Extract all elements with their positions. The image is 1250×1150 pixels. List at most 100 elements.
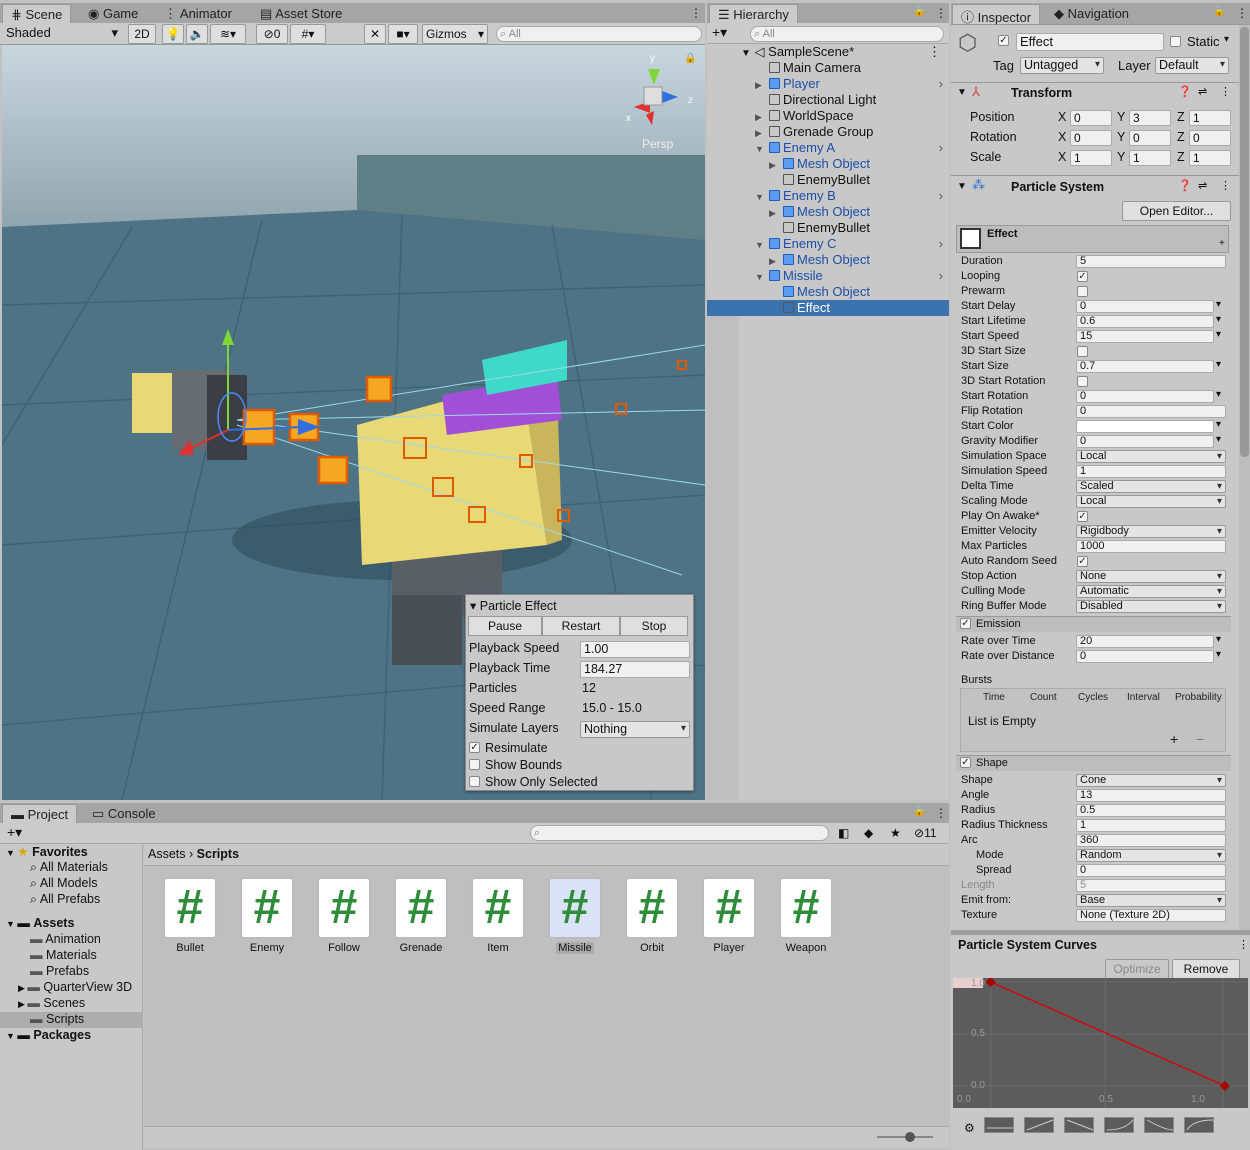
- chevron-right-icon[interactable]: ▶: [755, 77, 769, 93]
- hierarchy-item[interactable]: EnemyBullet: [707, 172, 949, 188]
- add-burst-button[interactable]: +: [1170, 731, 1178, 747]
- hierarchy-item[interactable]: Effect: [707, 300, 949, 316]
- lock-icon[interactable]: 🔒: [684, 53, 696, 64]
- chevron-down-icon[interactable]: ▼: [755, 237, 769, 253]
- preset-icon[interactable]: ⇌: [1198, 85, 1207, 98]
- property-field[interactable]: 0: [1076, 650, 1214, 663]
- optimize-button[interactable]: Optimize: [1105, 959, 1169, 979]
- tab-game[interactable]: ◉ Game: [80, 4, 146, 24]
- property-field[interactable]: 5: [1076, 255, 1226, 268]
- property-dropdown[interactable]: Random: [1076, 849, 1226, 862]
- filter-type-icon[interactable]: ◧: [838, 826, 849, 840]
- curve-preset[interactable]: [1184, 1117, 1214, 1133]
- chevron-down-icon[interactable]: ▾: [1216, 419, 1221, 430]
- property-dropdown[interactable]: Rigidbody: [1076, 525, 1226, 538]
- project-tree-item[interactable]: ▼ ▬ Packages: [0, 1028, 143, 1044]
- property-field[interactable]: 0: [1076, 390, 1214, 403]
- more-icon[interactable]: ⋮: [690, 6, 702, 20]
- transform-z-field[interactable]: 1: [1189, 150, 1231, 166]
- project-tree-item[interactable]: ▶ ▬ Scenes: [0, 996, 143, 1012]
- chevron-right-icon[interactable]: ▶: [769, 157, 783, 173]
- property-field[interactable]: 1000: [1076, 540, 1226, 553]
- curve-graph[interactable]: 1.0 0.5 0.0 0.0 0.5 1.0: [953, 978, 1248, 1108]
- asset-item[interactable]: # Missile: [547, 877, 603, 954]
- property-dropdown[interactable]: Cone: [1076, 774, 1226, 787]
- emission-checkbox[interactable]: ✓: [960, 618, 971, 629]
- particle-effect-title[interactable]: ▾ Particle Effect: [470, 598, 557, 613]
- layer-dropdown[interactable]: Default: [1155, 57, 1229, 74]
- property-dropdown[interactable]: None: [1076, 570, 1226, 583]
- inspector-scrollbar[interactable]: [1239, 25, 1250, 930]
- gizmos-dropdown[interactable]: Gizmos ▾: [422, 24, 488, 44]
- foldout-icon[interactable]: ▼: [957, 181, 967, 192]
- axis-x-label[interactable]: X: [1058, 130, 1066, 144]
- property-field[interactable]: 0: [1076, 435, 1214, 448]
- effects-icon[interactable]: ≋▾: [210, 24, 246, 44]
- help-icon[interactable]: ❓: [1178, 179, 1192, 192]
- chevron-right-icon[interactable]: ▶: [769, 205, 783, 221]
- property-checkbox[interactable]: [1077, 346, 1088, 357]
- hierarchy-item[interactable]: Mesh Object: [707, 284, 949, 300]
- chevron-down-icon[interactable]: ▾: [1216, 649, 1221, 660]
- chevron-down-icon[interactable]: ▼: [755, 141, 769, 157]
- tab-navigation[interactable]: ◆ Navigation: [1046, 4, 1137, 24]
- chevron-right-icon[interactable]: ›: [939, 188, 943, 204]
- scene-root[interactable]: ▼ ◁ SampleScene* ⋮: [707, 44, 949, 60]
- tab-project[interactable]: ▬ Project: [2, 804, 78, 824]
- property-dropdown[interactable]: Scaled: [1076, 480, 1226, 493]
- property-field[interactable]: 20: [1076, 635, 1214, 648]
- add-button[interactable]: +▾: [7, 824, 22, 841]
- shape-checkbox[interactable]: ✓: [960, 757, 971, 768]
- 2d-toggle[interactable]: 2D: [128, 24, 156, 44]
- property-dropdown[interactable]: Automatic: [1076, 585, 1226, 598]
- chevron-down-icon[interactable]: ▾: [1216, 634, 1221, 645]
- chevron-down-icon[interactable]: ▾: [1216, 329, 1221, 340]
- open-editor-button[interactable]: Open Editor...: [1122, 201, 1231, 221]
- curve-preset[interactable]: [1024, 1117, 1054, 1133]
- curve-preset[interactable]: [1144, 1117, 1174, 1133]
- grid-icon[interactable]: #▾: [290, 24, 326, 44]
- breadcrumb-assets[interactable]: Assets: [148, 847, 186, 861]
- axis-x-label[interactable]: X: [1058, 110, 1066, 124]
- property-field[interactable]: 0: [1076, 300, 1214, 313]
- hierarchy-item[interactable]: EnemyBullet: [707, 220, 949, 236]
- property-checkbox[interactable]: [1077, 286, 1088, 297]
- project-tree-item[interactable]: ▬ Prefabs: [0, 964, 143, 980]
- project-tree-item[interactable]: ▬ Scripts: [0, 1012, 143, 1028]
- axis-y-label[interactable]: Y: [1117, 150, 1125, 164]
- asset-item[interactable]: # Weapon: [778, 877, 834, 954]
- more-icon[interactable]: ⋮: [935, 6, 947, 20]
- axis-z-label[interactable]: Z: [1177, 110, 1185, 124]
- breadcrumb-scripts[interactable]: Scripts: [197, 847, 239, 861]
- project-tree-item[interactable]: ▬ Materials: [0, 948, 143, 964]
- property-field[interactable]: 5: [1076, 879, 1226, 892]
- chevron-down-icon[interactable]: ▾: [1216, 434, 1221, 445]
- project-tree-item[interactable]: ⌕ All Models: [0, 876, 143, 892]
- chevron-right-icon[interactable]: ▶: [755, 109, 769, 125]
- tools-icon[interactable]: ✕: [364, 24, 386, 44]
- project-tree-item[interactable]: ▬ Animation: [0, 932, 143, 948]
- axis-y-label[interactable]: Y: [1117, 110, 1125, 124]
- pe-checkbox[interactable]: [469, 759, 480, 770]
- lock-icon[interactable]: 🔒: [913, 6, 925, 17]
- property-checkbox[interactable]: ✓: [1077, 511, 1088, 522]
- chevron-right-icon[interactable]: ▶: [755, 125, 769, 141]
- transform-z-field[interactable]: 1: [1189, 110, 1231, 126]
- property-dropdown[interactable]: Local: [1076, 495, 1226, 508]
- tab-scene[interactable]: ⋕ Scene: [2, 4, 72, 24]
- chevron-right-icon[interactable]: ›: [939, 268, 943, 284]
- filter-label-icon[interactable]: ◆: [864, 826, 873, 840]
- project-search-input[interactable]: ⌕: [530, 825, 829, 841]
- hierarchy-item[interactable]: ▶ Player ›: [707, 76, 949, 92]
- project-tree-item[interactable]: ⌕ All Prefabs: [0, 892, 143, 908]
- hierarchy-item[interactable]: ▶ Grenade Group: [707, 124, 949, 140]
- transform-x-field[interactable]: 1: [1070, 150, 1112, 166]
- tab-asset-store[interactable]: ▤ Asset Store: [252, 4, 350, 24]
- property-field[interactable]: 1: [1076, 819, 1226, 832]
- transform-y-field[interactable]: 1: [1129, 150, 1171, 166]
- pe-checkbox[interactable]: ✓: [469, 742, 480, 753]
- more-icon[interactable]: ⋮: [935, 806, 947, 820]
- hierarchy-item[interactable]: ▼ Enemy B ›: [707, 188, 949, 204]
- lock-icon[interactable]: 🔒: [1213, 6, 1225, 17]
- add-button[interactable]: +▾: [712, 24, 727, 41]
